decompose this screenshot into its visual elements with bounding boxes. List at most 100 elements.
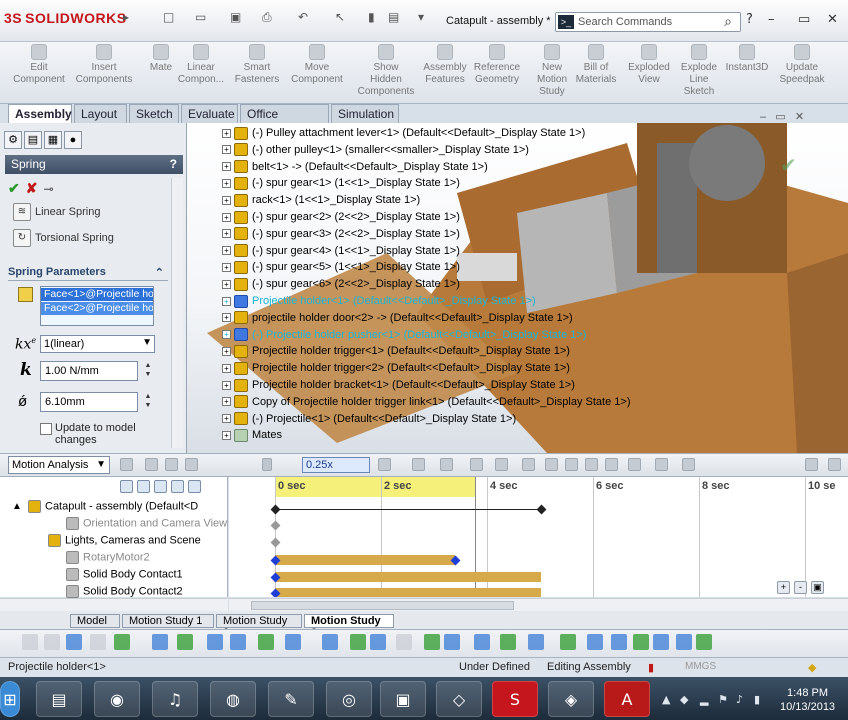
tray-status-icon[interactable]: ▮ — [754, 693, 760, 706]
itunes-taskbar-icon[interactable]: ♫ — [152, 681, 198, 717]
mate-tool-icon[interactable] — [258, 634, 274, 650]
key-point[interactable] — [270, 537, 281, 548]
confirm-corner-icon[interactable]: ✔ — [780, 153, 797, 178]
tree-item[interactable]: + Projectile holder bracket<1> (Default<<… — [222, 377, 631, 394]
chat-taskbar-icon[interactable]: ✎ — [268, 681, 314, 717]
tree-item[interactable]: + rack<1> (1<<1>_Display State 1>) — [222, 192, 631, 209]
stiffness-input[interactable]: 1.00 N/mm — [40, 361, 138, 381]
search-commands[interactable]: >_ Search Commands ⌕ — [555, 12, 741, 32]
select-icon[interactable]: ↖ — [335, 10, 345, 24]
configuration-icon[interactable]: ▦ — [44, 131, 62, 149]
face-selection-list[interactable]: Face<1>@Projectile ho Face<2>@Projectile… — [40, 286, 154, 326]
face-item[interactable]: Face<1>@Projectile ho — [41, 288, 153, 301]
rebuild-icon[interactable]: ▮ — [368, 10, 375, 24]
study-tab-motion-study-3[interactable]: Motion Study 3 — [304, 614, 394, 639]
motion-tree-item[interactable]: Solid Body Contact2 — [66, 585, 228, 598]
camera-app-taskbar-icon[interactable]: ◉ — [94, 681, 140, 717]
close-view-icon[interactable]: ✕ — [795, 111, 804, 123]
exponent-select[interactable]: 1(linear) ▼ — [40, 335, 155, 353]
filter-animated-icon[interactable] — [120, 480, 133, 493]
mate-tool-icon[interactable] — [44, 634, 60, 650]
command-edit-component[interactable]: Edit Component — [10, 44, 68, 86]
print-icon[interactable]: ⎙ — [262, 10, 272, 25]
pin-icon[interactable]: ⊸ — [43, 182, 53, 196]
mate-tool-icon[interactable] — [396, 634, 412, 650]
force-icon[interactable] — [585, 458, 598, 471]
autokey-icon[interactable] — [470, 458, 483, 471]
cancel-icon[interactable]: ✘ — [26, 180, 38, 196]
expand-icon[interactable]: + — [222, 397, 231, 407]
tree-scrollbar[interactable] — [0, 598, 228, 611]
collapse-icon[interactable]: ⌃ — [155, 266, 164, 279]
motor-icon[interactable] — [522, 458, 535, 471]
tray-expand-icon[interactable]: ▲ — [662, 693, 670, 706]
timeline[interactable]: 0 sec 2 sec 4 sec 6 sec 8 sec 10 se + - ▣ — [229, 477, 848, 597]
key-point[interactable] — [536, 504, 547, 515]
feature-tree-icon[interactable]: ⚙ — [4, 131, 22, 149]
mate-tool-icon[interactable] — [322, 634, 338, 650]
filter-driving-icon[interactable] — [137, 480, 150, 493]
expand-icon[interactable]: + — [222, 279, 231, 289]
spring-icon[interactable] — [545, 458, 558, 471]
firefox-taskbar-icon[interactable]: ◍ — [210, 681, 256, 717]
mate-tool-icon[interactable] — [560, 634, 576, 650]
expand-icon[interactable]: + — [222, 178, 231, 188]
key-point[interactable] — [270, 504, 281, 515]
tab-evaluate[interactable]: Evaluate — [181, 104, 238, 123]
undo-icon[interactable]: ↶ — [298, 10, 308, 24]
mate-tool-icon[interactable] — [230, 634, 246, 650]
motion-tree-item[interactable]: Lights, Cameras and Scene — [48, 534, 228, 547]
study-properties-icon[interactable] — [682, 458, 695, 471]
linear-spring-option[interactable]: ≋ Linear Spring — [13, 203, 100, 221]
expand-icon[interactable]: + — [222, 229, 231, 239]
network-icon[interactable]: ▂ — [700, 693, 708, 706]
ok-icon[interactable]: ✔ — [8, 180, 20, 196]
status-units[interactable]: MMGS — [685, 661, 716, 672]
save-animation-icon[interactable] — [412, 458, 425, 471]
mate-tool-icon[interactable] — [207, 634, 223, 650]
minimize-view-icon[interactable]: – — [760, 111, 766, 123]
filter-icon[interactable] — [805, 458, 818, 471]
mate-tool-icon[interactable] — [444, 634, 460, 650]
tree-item[interactable]: + (-) Pulley attachment lever<1> (Default… — [222, 125, 631, 142]
mate-tool-icon[interactable] — [611, 634, 627, 650]
mate-tool-icon[interactable] — [424, 634, 440, 650]
motion-tree-item[interactable]: Solid Body Contact1 — [66, 568, 228, 581]
zoom-in-icon[interactable]: + — [777, 581, 790, 594]
save-icon[interactable]: ▣ — [230, 10, 241, 24]
stiffness-spinner[interactable]: ▲ ▼ — [142, 361, 154, 381]
tree-item[interactable]: + belt<1> -> (Default<<Default>_Display S… — [222, 159, 631, 176]
command-insert-components[interactable]: Insert Components — [75, 44, 133, 86]
restore-icon[interactable]: ▭ — [798, 12, 810, 27]
expand-icon[interactable]: + — [222, 246, 231, 256]
mate-tool-icon[interactable] — [696, 634, 712, 650]
calculator-icon[interactable] — [120, 458, 133, 471]
expand-icon[interactable]: + — [222, 363, 231, 373]
add-key-icon[interactable] — [495, 458, 508, 471]
restore-view-icon[interactable]: ▭ — [775, 111, 785, 123]
solidworks-taskbar-icon[interactable]: S — [492, 681, 538, 717]
expand-icon[interactable]: + — [222, 430, 231, 440]
zoom-fit-icon[interactable]: ▣ — [811, 581, 824, 594]
expand-icon[interactable]: + — [222, 262, 231, 272]
filter-selected-icon[interactable] — [154, 480, 167, 493]
results-icon[interactable] — [655, 458, 668, 471]
update-checkbox[interactable] — [40, 423, 52, 435]
face-item[interactable]: Face<2>@Projectile ho — [41, 302, 153, 315]
scroll-thumb[interactable] — [251, 601, 514, 610]
study-type-select[interactable]: Motion Analysis ▼ — [8, 456, 110, 474]
timeline-scrollbar[interactable] — [229, 598, 848, 611]
command-smart-fasteners[interactable]: Smart Fasteners — [228, 44, 286, 86]
mate-tool-icon[interactable] — [370, 634, 386, 650]
mate-tool-icon[interactable] — [474, 634, 490, 650]
command-instant3d[interactable]: Instant3D — [718, 44, 776, 74]
filter-results-icon[interactable] — [171, 480, 184, 493]
explorer-taskbar-icon[interactable]: ▤ — [36, 681, 82, 717]
mate-tool-icon[interactable] — [90, 634, 106, 650]
expand-icon[interactable]: + — [222, 162, 231, 172]
property-manager-icon[interactable]: ▤ — [24, 131, 42, 149]
tree-item[interactable]: + (-) spur gear<3> (2<<2>_Display State 1… — [222, 226, 631, 243]
expand-icon[interactable]: + — [222, 212, 231, 222]
filter-icon[interactable] — [188, 480, 201, 493]
mate-tool-icon[interactable] — [350, 634, 366, 650]
